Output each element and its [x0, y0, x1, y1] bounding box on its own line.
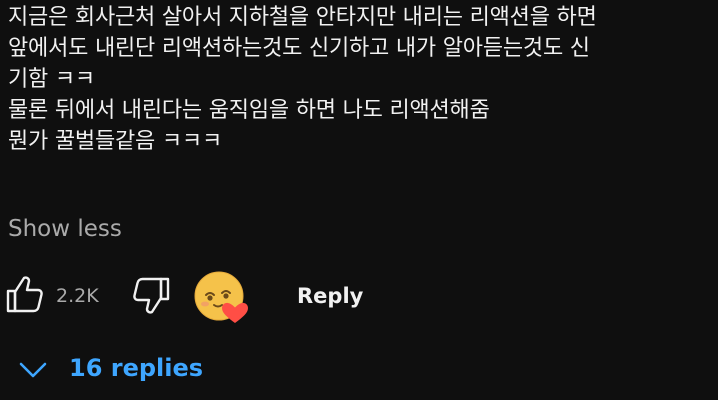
comment-body: 지금은 회사근처 살아서 지하철을 안타지만 내리는 리액션을 하면 앞에서도 …	[8, 2, 712, 157]
like-count: 2.2K	[56, 285, 99, 307]
view-replies-button[interactable]: 16 replies	[14, 352, 314, 388]
comment-line: 뭔가 꿀벌들같음 ㅋㅋㅋ	[8, 129, 222, 154]
comment-line: 기함 ㅋㅋ	[8, 67, 95, 92]
comment-line: 지금은 회사근처 살아서 지하철을 안타지만 내리는 리액션을 하면	[8, 5, 597, 30]
comment-line: 물론 뒤에서 내린다는 움직임을 하면 나도 리액션해줌	[8, 98, 490, 123]
comment-line: 앞에서도 내린단 리액션하는것도 신기하고 내가 알아듣는것도 신	[8, 36, 590, 61]
creator-heart-avatar-icon	[194, 271, 248, 323]
show-less-button[interactable]: Show less	[8, 216, 122, 242]
creator-heart-badge	[194, 271, 250, 327]
replies-count-label: 16 replies	[69, 354, 204, 382]
thumbs-up-icon	[6, 276, 43, 313]
thumbs-down-icon	[133, 277, 170, 314]
like-button[interactable]	[4, 274, 44, 314]
comment-thread: 지금은 회사근처 살아서 지하철을 안타지만 내리는 리액션을 하면 앞에서도 …	[0, 0, 718, 400]
reply-button[interactable]: Reply	[297, 284, 363, 308]
dislike-button[interactable]	[132, 276, 172, 316]
chevron-down-icon	[19, 362, 47, 378]
comment-actions: 2.2K Reply	[0, 268, 718, 328]
